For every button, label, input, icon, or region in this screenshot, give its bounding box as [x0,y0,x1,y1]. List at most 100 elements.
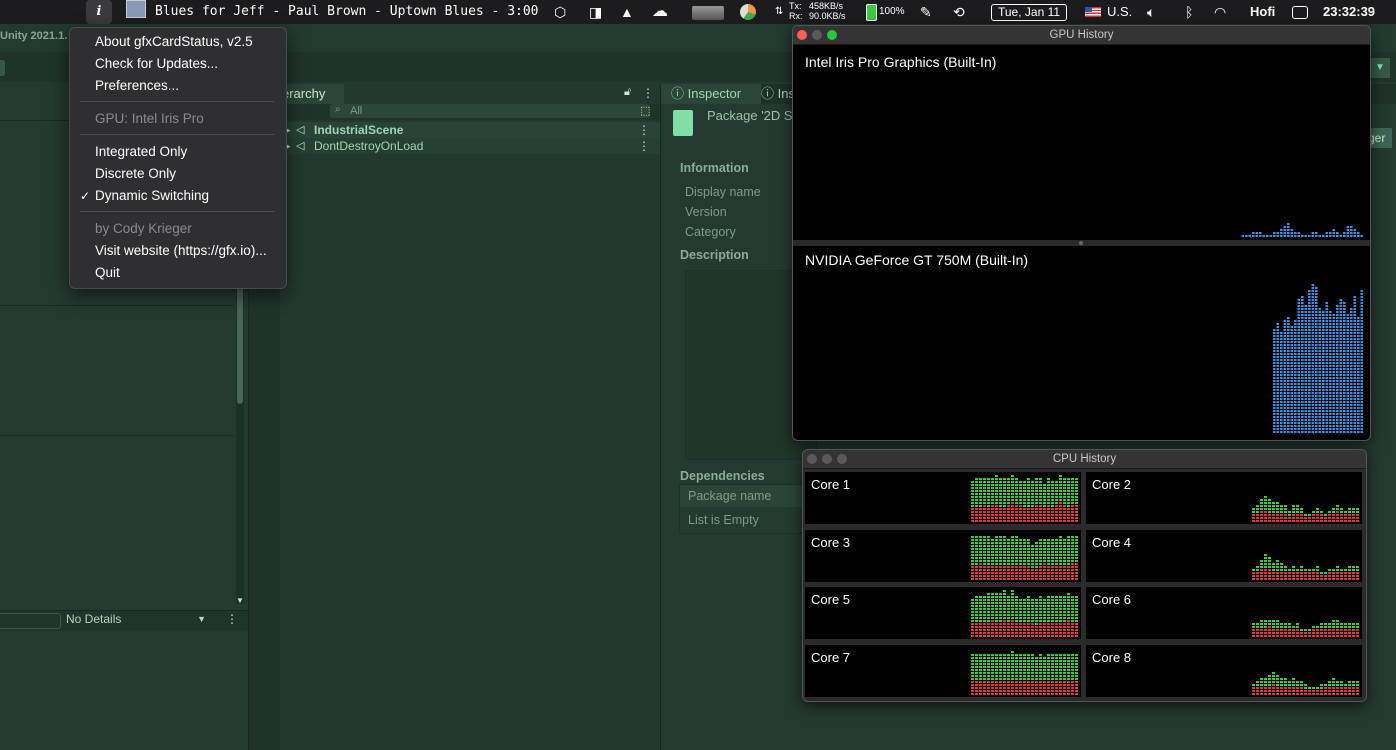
right-edge-button[interactable]: ger [1368,128,1392,148]
cpu-user-bar [1260,502,1263,504]
gpu-bar [1318,368,1322,370]
minimize-button[interactable] [822,454,832,464]
cpu-user-bar [975,599,978,601]
cpu-system-bar [1071,568,1074,571]
cpu-user-bar [1292,683,1295,686]
gfxcardstatus-menu-icon[interactable]: i [86,0,112,24]
bluetooth-icon[interactable]: ᛒ [1185,0,1193,24]
layout-dropdown-icon[interactable]: ▼ [1370,58,1390,78]
wifi-icon[interactable]: ◠ [1214,0,1226,24]
gpu-bar [1315,374,1318,376]
gpu-bar [1273,356,1276,358]
cloud-icon[interactable]: ☁ [652,0,668,24]
gpu-bar [1297,232,1301,234]
gpu-bar [1360,380,1364,382]
cpu-system-bar [1340,686,1343,689]
gpu-bar [1360,407,1364,409]
hierarchy-row-dontdestroyonload[interactable]: ▸ ◁ DontDestroyOnLoad ⋮ [280,138,660,154]
gpu-bar [1318,398,1322,400]
gpu-bar [1311,380,1315,382]
menu-item-quit[interactable]: Quit [95,264,120,282]
date-display[interactable]: Tue, Jan 11 [991,4,1068,21]
cpu-system-bar [1015,623,1018,625]
close-button[interactable] [797,30,807,40]
menu-item-discrete-only[interactable]: Discrete Only [95,165,176,183]
volume-icon[interactable]: 🔈︎ [1147,0,1155,24]
memory-pie-icon[interactable] [740,4,756,20]
cpu-user-bar [1063,547,1066,550]
cpu-system-bar [1007,629,1010,631]
cpu-system-bar [1300,692,1303,695]
zoom-button[interactable] [827,30,837,40]
cpu-user-bar [975,659,978,662]
menu-item-about[interactable]: About gfxCardStatus, v2.5 [95,33,253,51]
console-search-input[interactable] [0,613,61,629]
tab-hierarchy[interactable]: erarchy [280,84,344,104]
cpu-system-bar [1256,689,1259,692]
input-source-label[interactable]: U.S. [1107,0,1132,24]
details-dropdown[interactable]: No Details ▼ [66,612,210,628]
cpu-user-bar [1031,665,1034,668]
unity-hub-icon[interactable]: ⬡ [554,0,566,24]
cpu-user-bar [1075,596,1078,598]
user-name[interactable]: Hofi [1250,0,1275,24]
time-machine-icon[interactable]: ⟲ [953,0,965,24]
gpu-bar [1332,332,1336,334]
cpu-user-bar [983,617,986,619]
cpu-system-bar [1067,680,1070,683]
activity-graph-icon[interactable] [692,6,724,20]
tray-icon[interactable]: ▲ [620,0,634,24]
gpu-bar [1353,353,1357,355]
cpu-user-bar [1055,668,1058,671]
cpu-user-bar [1023,502,1026,504]
lock-icon[interactable]: 🔓︎ [624,86,631,99]
cpu-user-bar [1316,568,1319,571]
gpu-bar [1301,362,1304,364]
tab-inspector-2[interactable]: ⓘ Ins [761,84,795,104]
more-options-icon[interactable]: ⋮ [638,138,650,154]
minimize-button[interactable] [812,30,822,40]
control-center-icon[interactable] [1292,6,1308,19]
battery-icon[interactable] [866,4,877,21]
cpu-window-titlebar[interactable]: CPU History [803,450,1366,469]
menu-item-preferences[interactable]: Preferences... [95,77,179,95]
more-options-icon[interactable]: ⋮ [638,122,650,138]
more-options-icon[interactable]: ⋮ [226,612,238,626]
gpu-bar [1290,422,1294,424]
cpu-user-bar [1011,553,1014,556]
cpu-user-bar [971,481,974,483]
cpu-user-bar [1336,623,1339,625]
menu-item-visit-website[interactable]: Visit website (https://gfx.io)... [95,242,267,260]
menu-item-dynamic-switching[interactable]: ✓ Dynamic Switching [80,187,209,205]
close-button[interactable] [807,454,817,464]
cpu-user-bar [1051,599,1054,601]
gpu-window-titlebar[interactable]: GPU History [793,26,1370,45]
gpu-bar [1311,419,1315,421]
gpu-bar [1353,359,1357,361]
app-icon[interactable]: ✎ [920,0,932,24]
clock[interactable]: 23:32:39 [1323,0,1375,24]
cpu-user-bar [1051,665,1054,668]
cpu-system-bar [1328,629,1331,631]
cpu-user-bar [999,550,1002,553]
cpu-user-bar [1272,565,1275,568]
menu-item-check-updates[interactable]: Check for Updates... [95,55,218,73]
gpu-bar [1290,371,1294,373]
more-options-icon[interactable]: ⋮ [642,86,654,100]
scroll-down-icon[interactable]: ▼ [236,596,244,605]
cpu-system-bar [1264,686,1267,689]
hierarchy-row-industrialscene[interactable]: ▸ ◁ IndustrialScene ⋮ [280,122,660,138]
gpu-bar [1332,425,1336,427]
hierarchy-search-input[interactable]: All [330,104,650,118]
tab-inspector[interactable]: ⓘ Inspector [661,84,761,104]
menu-item-integrated-only[interactable]: Integrated Only [95,143,187,161]
cpu-user-bar [999,544,1002,547]
now-playing[interactable]: Blues for Jeff - Paul Brown - Uptown Blu… [126,0,539,24]
toolbar-button[interactable] [0,60,5,76]
shield-icon[interactable]: ◨ [589,0,602,24]
scene-visibility-icon[interactable]: ⬚ [640,104,650,117]
cpu-user-bar [1348,565,1351,568]
zoom-button[interactable] [837,454,847,464]
cpu-user-bar [1015,559,1018,562]
network-speed[interactable]: Tx: 458KB/s Rx: 90.0KB/s [789,2,851,26]
